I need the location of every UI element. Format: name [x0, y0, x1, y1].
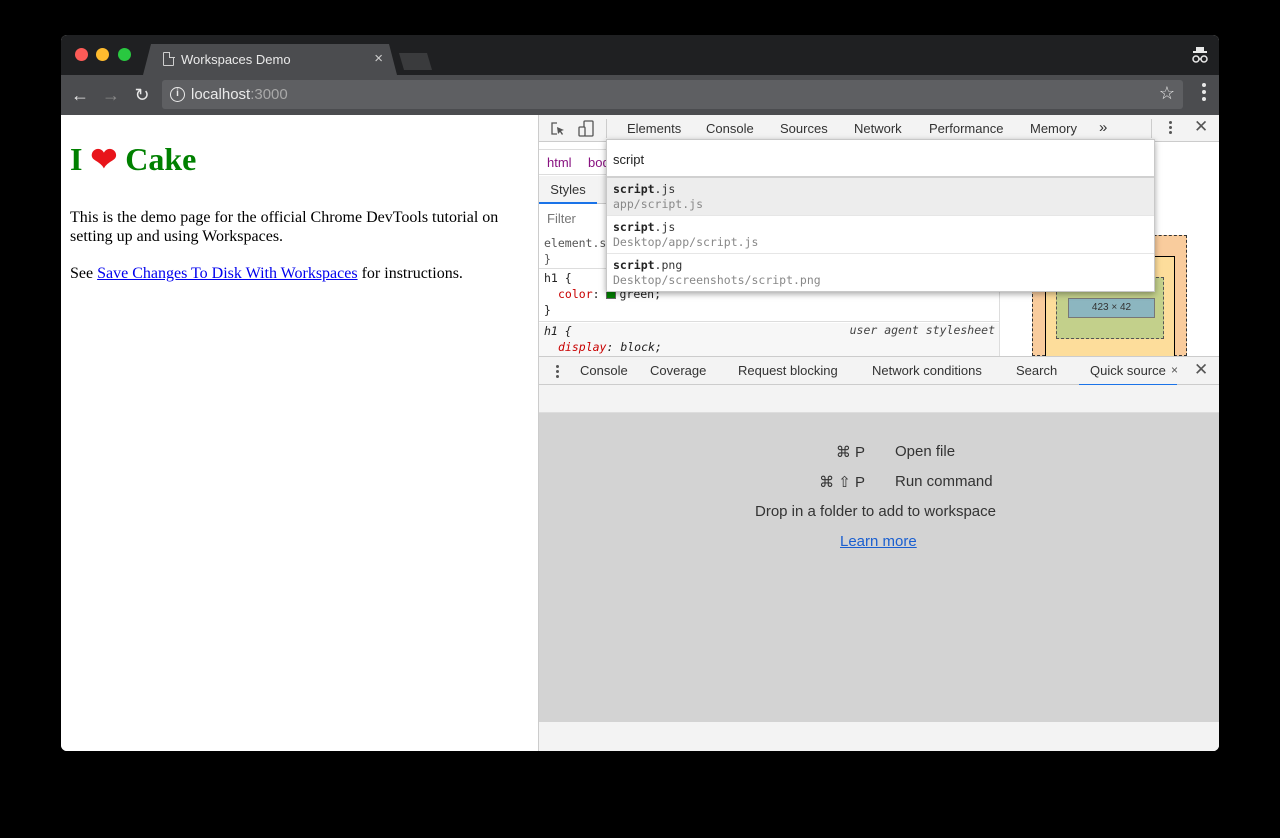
tab-close-icon[interactable]: × — [374, 50, 383, 67]
page-heading: I ❤ Cake — [70, 141, 197, 177]
run-command-label: Run command — [895, 473, 993, 490]
drawer-tabbar: Console Coverage Request blocking Networ… — [539, 356, 1219, 386]
instructions-paragraph: See Save Changes To Disk With Workspaces… — [70, 265, 463, 282]
quick-open-result[interactable]: script.js Desktop/app/script.js — [607, 216, 1154, 254]
divider — [606, 119, 607, 138]
address-bar[interactable]: i localhost:3000 ☆ — [162, 80, 1183, 109]
device-toolbar-icon[interactable] — [577, 120, 595, 138]
drawer-tab-coverage[interactable]: Coverage — [650, 363, 706, 378]
quick-open-dialog: script script.js app/script.js script.js… — [606, 139, 1155, 292]
open-file-label: Open file — [895, 443, 956, 460]
tab-network[interactable]: Network — [854, 121, 902, 136]
drawer-tab-search[interactable]: Search — [1016, 363, 1057, 378]
forward-button[interactable]: → — [100, 84, 122, 106]
browser-menu-button[interactable] — [1201, 83, 1207, 105]
tab-styles[interactable]: Styles — [539, 176, 597, 204]
drawer-tab-network-conditions[interactable]: Network conditions — [872, 363, 982, 378]
browser-window: Workspaces Demo × ← → ↻ i localhost:3000… — [61, 35, 1219, 751]
open-file-shortcut: ⌘ P — [835, 444, 865, 461]
devtools-menu-button[interactable] — [1169, 121, 1173, 136]
learn-more-link[interactable]: Learn more — [840, 533, 917, 550]
box-model-content-size[interactable]: 423 × 42 — [1068, 298, 1155, 318]
quick-open-result[interactable]: script.png Desktop/screenshots/script.pn… — [607, 254, 1154, 292]
drawer-menu-button[interactable] — [556, 365, 560, 380]
styles-filter-input[interactable]: Filter — [542, 207, 602, 231]
new-tab-button[interactable] — [399, 53, 432, 70]
css-property[interactable]: color — [558, 287, 593, 301]
more-tabs-icon[interactable]: » — [1099, 119, 1107, 136]
drawer-footer — [539, 722, 1219, 751]
incognito-icon — [1192, 47, 1208, 63]
tab-title: Workspaces Demo — [181, 52, 291, 67]
workspaces-link[interactable]: Save Changes To Disk With Workspaces — [97, 265, 357, 282]
title-bar: Workspaces Demo × — [61, 35, 1219, 75]
css-rule-user-agent: h1 { user agent stylesheet display: bloc… — [539, 323, 999, 356]
tab-performance[interactable]: Performance — [929, 121, 1003, 136]
quick-source-close-icon[interactable]: × — [1171, 363, 1178, 377]
back-button[interactable]: ← — [69, 84, 91, 106]
tab-console[interactable]: Console — [706, 121, 754, 136]
quick-source-placeholder: ⌘ P Open file ⌘ ⇧ P Run command Drop in … — [539, 413, 1219, 722]
tab-sources[interactable]: Sources — [780, 121, 828, 136]
devtools-panel: Elements Console Sources Network Perform… — [538, 115, 1219, 751]
drawer-close-icon[interactable]: ✕ — [1194, 360, 1208, 380]
close-window-button[interactable] — [75, 48, 88, 61]
heart-icon: ❤ — [90, 141, 118, 177]
drawer-tab-request-blocking[interactable]: Request blocking — [738, 363, 838, 378]
tab-memory[interactable]: Memory — [1030, 121, 1077, 136]
user-agent-label: user agent stylesheet — [849, 323, 995, 337]
bookmark-star-icon[interactable]: ☆ — [1159, 83, 1175, 104]
devtools-close-icon[interactable]: ✕ — [1194, 117, 1208, 137]
page-content: I ❤ Cake This is the demo page for the o… — [61, 115, 538, 751]
devtools-tabbar: Elements Console Sources Network Perform… — [539, 115, 1219, 142]
breadcrumb-html[interactable]: html — [547, 155, 572, 170]
info-icon[interactable]: i — [170, 87, 185, 102]
quick-source-toolbar — [539, 385, 1219, 413]
tab-elements[interactable]: Elements — [627, 121, 681, 136]
page-icon — [163, 51, 175, 66]
drawer-tab-console[interactable]: Console — [580, 363, 628, 378]
zoom-window-button[interactable] — [118, 48, 131, 61]
minimize-window-button[interactable] — [96, 48, 109, 61]
browser-toolbar: ← → ↻ i localhost:3000 ☆ — [61, 75, 1219, 115]
browser-tab[interactable]: Workspaces Demo × — [143, 44, 397, 75]
run-command-shortcut: ⌘ ⇧ P — [819, 474, 865, 491]
inspect-element-icon[interactable] — [549, 120, 567, 138]
intro-paragraph: This is the demo page for the official C… — [70, 209, 499, 245]
quick-open-input[interactable]: script — [607, 140, 1154, 178]
reload-button[interactable]: ↻ — [131, 84, 153, 106]
drawer-tab-quick-source[interactable]: Quick source — [1079, 363, 1177, 386]
url-text: localhost:3000 — [191, 86, 288, 103]
divider — [1151, 119, 1152, 138]
drop-folder-text: Drop in a folder to add to workspace — [755, 503, 996, 520]
quick-open-result[interactable]: script.js app/script.js — [607, 178, 1154, 216]
